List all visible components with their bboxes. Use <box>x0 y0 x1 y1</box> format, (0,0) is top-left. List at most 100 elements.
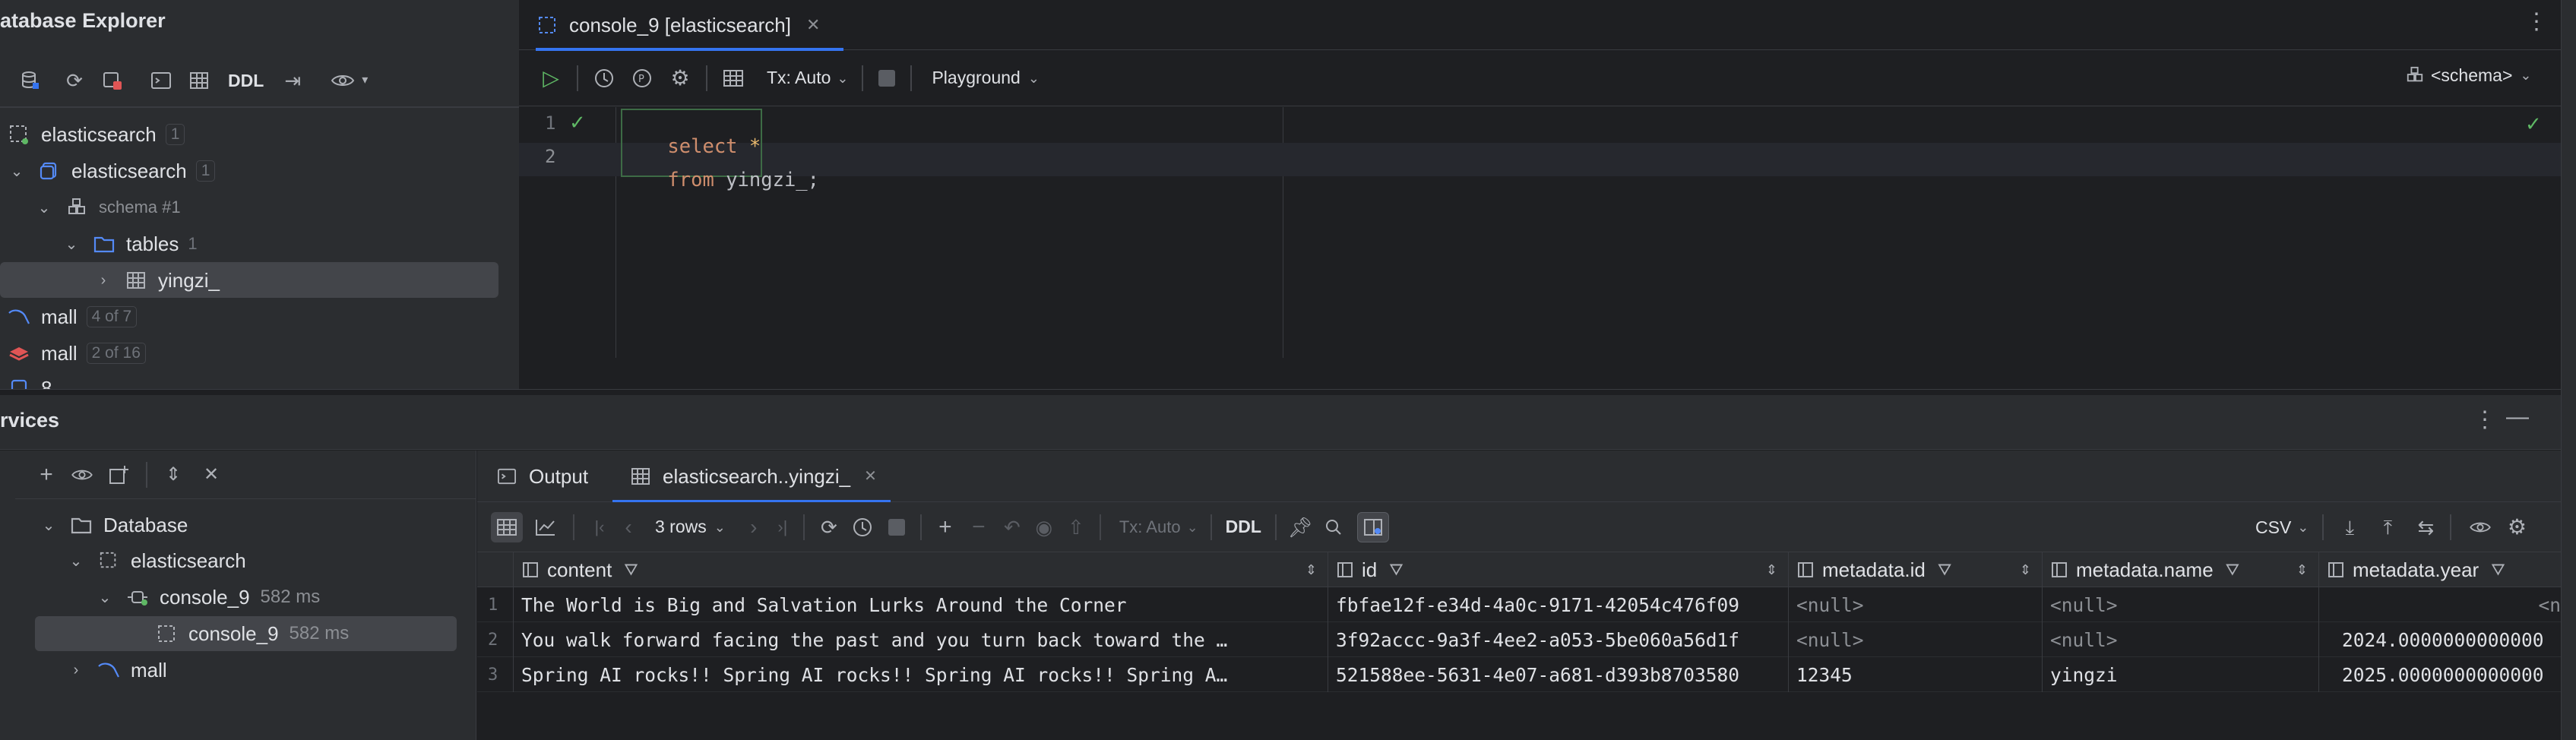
expand-all-icon[interactable]: ⇕ <box>160 465 187 484</box>
grid-ddl-button[interactable]: DDL <box>1226 517 1261 537</box>
minus-icon[interactable]: − <box>966 515 992 539</box>
cell-metadata-name[interactable]: <null> <box>2043 622 2319 657</box>
tree-item-yingzi[interactable]: › yingzi_ <box>94 263 220 298</box>
new-group-icon[interactable] <box>105 464 132 485</box>
upload-icon[interactable]: ⤒ <box>2374 517 2401 537</box>
code-line-2[interactable]: from yingzi_; <box>621 146 819 214</box>
table-row[interactable]: 2 You walk forward facing the past and y… <box>477 622 2561 657</box>
table-view-toggle[interactable] <box>491 511 523 542</box>
column-header-metadata-year[interactable]: metadata.year ⛛ <box>2319 552 2561 587</box>
gear-icon[interactable]: ⚙ <box>666 67 694 89</box>
run-icon[interactable]: ▷ <box>536 67 566 89</box>
services-tree-elasticsearch[interactable]: ⌄ elasticsearch <box>67 543 246 578</box>
chevron-down-icon[interactable]: ⌄ <box>96 588 114 606</box>
sort-icon[interactable]: ⇕ <box>2296 563 2308 577</box>
chevron-down-icon[interactable]: ⌄ <box>40 516 58 534</box>
plus-icon[interactable]: + <box>932 515 958 539</box>
pin-icon[interactable]: 📌︎ <box>1287 517 1313 537</box>
editor-tab[interactable]: console_9 [elasticsearch] ✕ <box>536 0 820 50</box>
column-header-id[interactable]: id ⛛ ⇕ <box>1328 552 1789 587</box>
history-icon[interactable] <box>849 517 876 538</box>
cell-metadata-id[interactable]: 12345 <box>1789 657 2043 692</box>
eye-icon[interactable] <box>328 72 358 89</box>
schema-dropdown[interactable]: <schema> ⌄ <box>2404 64 2532 87</box>
close-icon[interactable]: ✕ <box>864 469 877 484</box>
chevron-down-icon[interactable]: ⌄ <box>8 162 26 180</box>
stop-icon[interactable] <box>878 69 896 87</box>
filter-icon[interactable]: ⛛ <box>2491 561 2505 578</box>
services-tree-mall[interactable]: › mall <box>67 653 167 688</box>
parameters-icon[interactable]: P <box>628 68 656 89</box>
table-row[interactable]: 1 The World is Big and Salvation Lurks A… <box>477 587 2561 622</box>
chevron-down-icon[interactable]: ⌄ <box>67 552 85 570</box>
tree-item-yingzi-selected[interactable] <box>0 262 498 298</box>
tree-item-elasticsearch-db[interactable]: ⌄ elasticsearch 1 <box>8 153 216 188</box>
jump-icon[interactable]: ⇥ <box>279 71 306 90</box>
grid-tx-dropdown[interactable]: Tx: Auto ⌄ <box>1119 517 1198 537</box>
filter-icon[interactable]: ⛛ <box>2226 561 2239 578</box>
cell-metadata-year[interactable]: 2024.0000000000000 <box>2319 622 2561 657</box>
first-page-icon[interactable]: |‹ <box>588 518 611 536</box>
services-tree-session[interactable]: ⌄ console_9 582 ms <box>96 580 321 615</box>
tree-item-schema[interactable]: ⌄ schema #1 <box>35 190 181 225</box>
table-icon[interactable] <box>720 69 747 87</box>
chevron-right-icon[interactable]: › <box>94 271 112 289</box>
services-tree-database[interactable]: ⌄ Database <box>40 508 188 542</box>
cell-metadata-year[interactable]: 2025.0000000000000 <box>2319 657 2561 692</box>
tree-item-partial[interactable]: 8 <box>8 369 52 389</box>
eye-icon[interactable] <box>2465 520 2495 535</box>
result-tab[interactable]: elasticsearch..yingzi_ ✕ <box>629 451 877 502</box>
cell-metadata-name[interactable]: <null> <box>2043 587 2319 622</box>
disconnect-icon[interactable] <box>99 70 126 91</box>
search-icon[interactable] <box>1321 518 1347 536</box>
more-options-icon[interactable]: ⋮ <box>2525 11 2548 33</box>
column-header-metadata-name[interactable]: metadata.name ⛛ ⇕ <box>2043 552 2319 587</box>
export-format-dropdown[interactable]: CSV ⌄ <box>2255 517 2309 538</box>
value-viewer-toggle[interactable] <box>1356 511 1389 542</box>
ddl-button[interactable]: DDL <box>228 71 264 91</box>
column-header-content[interactable]: content ⛛ ⇕ <box>514 552 1328 587</box>
sort-icon[interactable]: ⇕ <box>2020 563 2031 577</box>
cell-id[interactable]: 521588ee-5631-4e07-a681-d393b8703580 <box>1328 657 1789 692</box>
table-icon[interactable] <box>185 71 213 90</box>
chart-icon[interactable] <box>530 518 561 536</box>
output-tab[interactable]: Output <box>495 451 588 502</box>
cell-metadata-id[interactable]: <null> <box>1789 622 2043 657</box>
cell-content[interactable]: Spring AI rocks!! Spring AI rocks!! Spri… <box>514 657 1328 692</box>
more-options-icon[interactable]: ⋮ <box>2473 409 2496 432</box>
sort-icon[interactable]: ⇕ <box>1305 563 1317 577</box>
filter-icon[interactable]: ⛛ <box>624 561 638 578</box>
collapse-all-icon[interactable]: ✕ <box>198 465 225 484</box>
eye-icon[interactable] <box>67 467 97 482</box>
download-icon[interactable]: ⤓ <box>2336 517 2363 537</box>
cell-metadata-name[interactable]: yingzi <box>2043 657 2319 692</box>
preview-changes-icon[interactable]: ◉ <box>1031 517 1057 537</box>
undo-icon[interactable]: ↶ <box>999 517 1025 537</box>
chevron-down-icon[interactable]: ▾ <box>358 74 372 87</box>
refresh-icon[interactable]: ⟳ <box>815 517 843 537</box>
tx-mode-dropdown[interactable]: Tx: Auto ⌄ <box>767 68 848 88</box>
last-page-icon[interactable]: ›| <box>771 518 794 536</box>
cell-content[interactable]: You walk forward facing the past and you… <box>514 622 1328 657</box>
gear-icon[interactable]: ⚙ <box>2503 517 2530 538</box>
chevron-down-icon[interactable]: ⌄ <box>62 235 81 253</box>
services-tree-console[interactable]: console_9 582 ms <box>155 616 349 651</box>
next-page-icon[interactable]: › <box>742 516 765 538</box>
tree-item-mall-redis[interactable]: mall 2 of 16 <box>8 336 146 371</box>
services-panel-divider[interactable] <box>0 389 2576 395</box>
cell-metadata-year[interactable]: <n <box>2319 587 2561 622</box>
filter-icon[interactable]: ⛛ <box>1938 561 1951 578</box>
sort-icon[interactable]: ⇕ <box>1766 563 1777 577</box>
refresh-icon[interactable]: ⟳ <box>61 71 88 90</box>
chevron-down-icon[interactable]: ⌄ <box>35 198 53 217</box>
data-source-icon[interactable] <box>17 70 44 91</box>
console-icon[interactable] <box>147 71 175 90</box>
cell-id[interactable]: 3f92accc-9a3f-4ee2-a053-5be060a56d1f <box>1328 622 1789 657</box>
previous-page-icon[interactable]: ‹ <box>617 516 640 538</box>
tree-item-elasticsearch-datasource[interactable]: elasticsearch 1 <box>8 117 185 152</box>
cell-metadata-id[interactable]: <null> <box>1789 587 2043 622</box>
submit-icon[interactable]: ⇧ <box>1063 517 1089 537</box>
history-icon[interactable] <box>590 68 618 89</box>
tree-item-mall-mysql[interactable]: mall 4 of 7 <box>8 299 138 334</box>
close-icon[interactable]: ✕ <box>806 17 820 33</box>
